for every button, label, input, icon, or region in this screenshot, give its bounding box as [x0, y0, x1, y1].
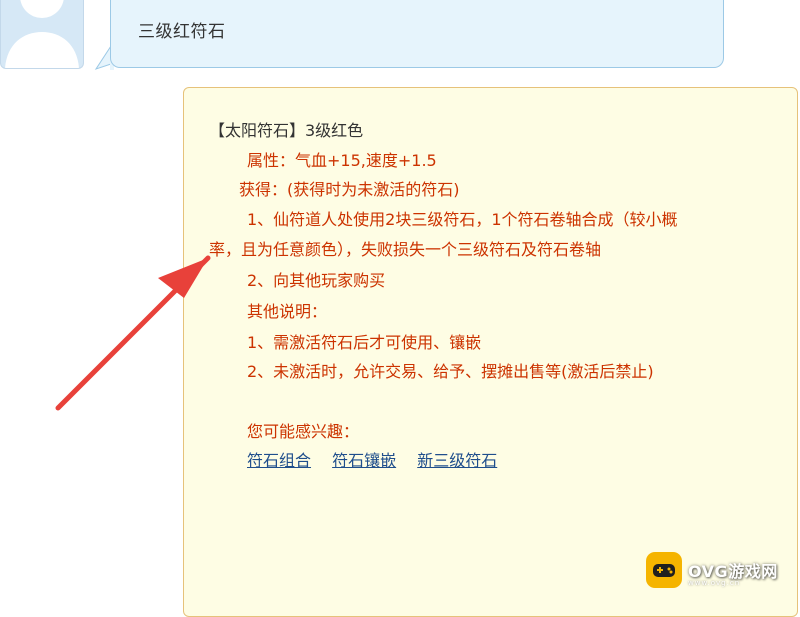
answer-title: 【太阳符石】3级红色: [209, 121, 364, 140]
link-xin-sanji-fushi[interactable]: 新三级符石: [417, 451, 497, 470]
interest-title: 您可能感兴趣：: [247, 422, 360, 441]
user-avatar: [0, 0, 84, 69]
gamepad-icon: [646, 552, 682, 588]
question-bubble: 三级红符石: [110, 0, 724, 68]
watermark-logo: OVG游戏网 www.ovg.cn: [646, 550, 796, 594]
obtain-text: 获得：(获得时为未激活的符石): [239, 180, 460, 199]
watermark-url: www.ovg.cn: [688, 579, 741, 587]
method2-text: 2、向其他玩家购买: [247, 271, 386, 290]
other-notes-title: 其他说明：: [247, 302, 328, 321]
link-fushi-zuhe[interactable]: 符石组合: [247, 451, 311, 470]
question-text: 三级红符石: [138, 22, 226, 42]
link-fushi-xiangqian[interactable]: 符石镶嵌: [332, 451, 396, 470]
note2-text: 2、未激活时，允许交易、给予、摆摊出售等(激活后禁止): [247, 362, 654, 381]
red-arrow-icon: [55, 255, 211, 411]
answer-card: 【太阳符石】3级红色 属性：气血+15,速度+1.5 获得：(获得时为未激活的符…: [183, 87, 798, 617]
method1-line2: 率，且为任意颜色），失败损失一个三级符石及符石卷轴: [209, 240, 602, 259]
related-links: 符石组合 符石镶嵌 新三级符石: [247, 451, 513, 471]
note1-text: 1、需激活符石后才可使用、镶嵌: [247, 333, 482, 352]
user-silhouette-icon: [5, 0, 79, 68]
attributes-text: 属性：气血+15,速度+1.5: [247, 151, 437, 170]
method1-line1: 1、仙符道人处使用2块三级符石，1个符石卷轴合成（较小概: [247, 210, 678, 229]
